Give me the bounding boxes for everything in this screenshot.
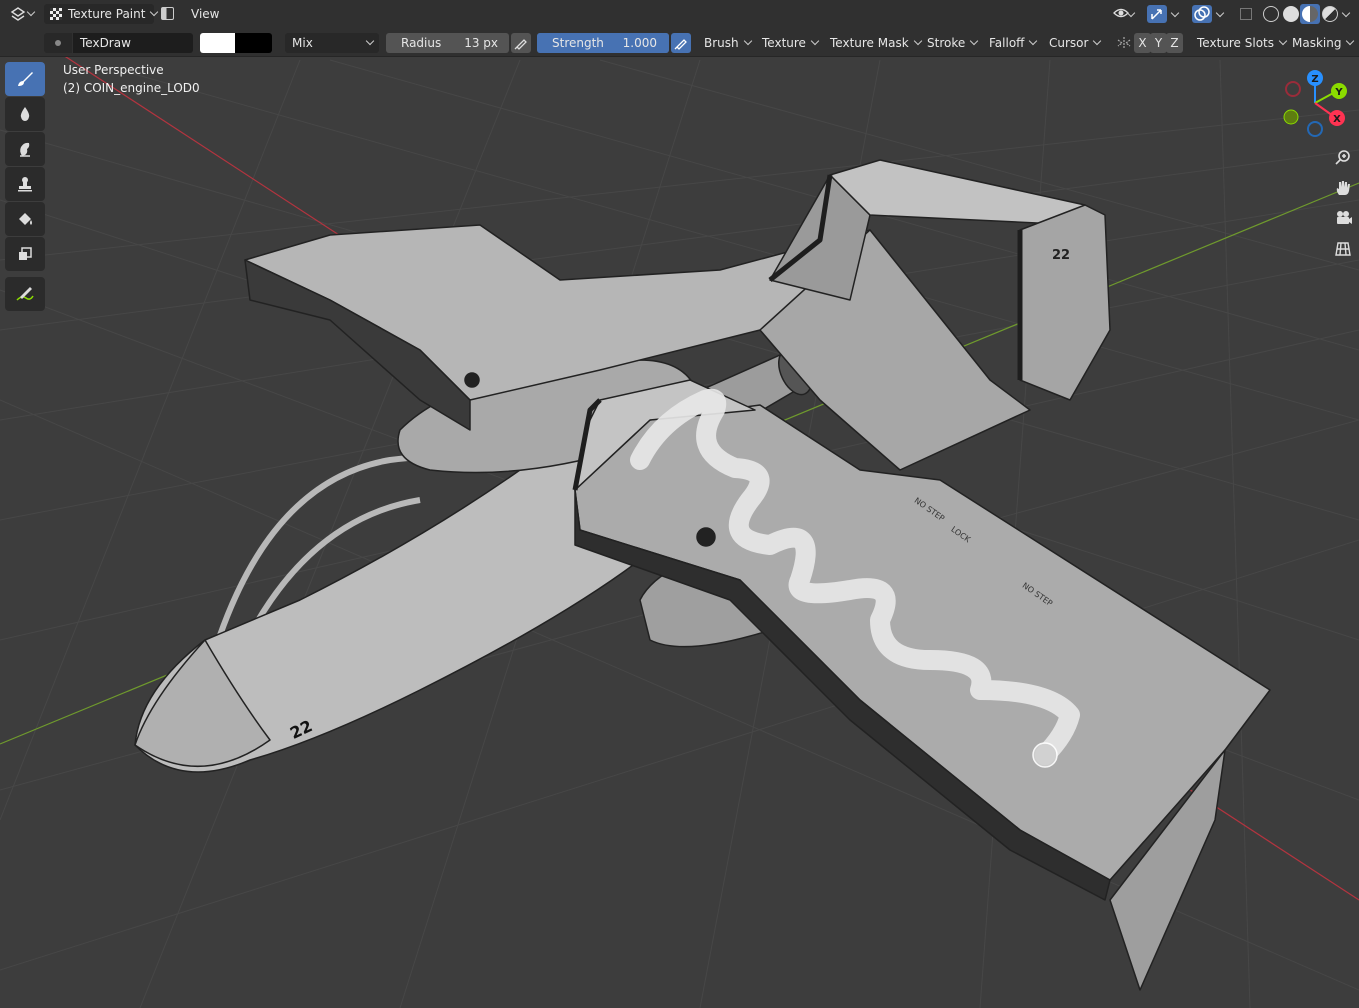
texture-menu[interactable]: Texture <box>762 33 820 53</box>
annotate-pencil-icon <box>16 287 34 301</box>
radius-pressure-button[interactable] <box>511 33 531 53</box>
smear-tool[interactable] <box>5 132 45 166</box>
symmetry-y-toggle[interactable]: Y <box>1150 33 1167 53</box>
radius-label: Radius <box>401 36 442 50</box>
overlay-icon <box>1194 6 1210 21</box>
viewport-scene[interactable] <box>0 0 1359 1008</box>
shading-wireframe-icon[interactable] <box>1263 6 1279 22</box>
texture-mask-menu[interactable]: Texture Mask <box>830 33 922 53</box>
overlay-toggle-button[interactable] <box>1192 5 1212 23</box>
navigation-gizmo[interactable]: Z Y X <box>1275 65 1355 140</box>
tail-number: 22 <box>1052 248 1071 263</box>
editor-type-icon <box>10 7 26 21</box>
tool-settings-bar: TexDraw Mix Radius 13 px Strength 1.000 … <box>0 29 1359 57</box>
primary-color-swatch[interactable] <box>200 33 235 53</box>
soften-tool[interactable] <box>5 97 45 131</box>
shading-rendered-icon[interactable] <box>1322 6 1338 22</box>
radius-slider[interactable]: Radius 13 px <box>386 33 509 53</box>
gizmo-toggle-button[interactable] <box>1147 5 1167 23</box>
pressure-pen-icon <box>514 39 527 50</box>
drop-icon <box>20 107 30 121</box>
brush-preview-button[interactable] <box>44 33 72 53</box>
draw-tool[interactable] <box>5 62 45 96</box>
shading-material-icon <box>1302 6 1318 22</box>
brush-name-field[interactable]: TexDraw <box>73 33 193 53</box>
mask-tool[interactable] <box>5 237 45 271</box>
secondary-color-swatch[interactable] <box>235 33 272 53</box>
view-menu[interactable]: View <box>191 4 219 24</box>
paint-bucket-icon <box>19 213 32 225</box>
strength-label: Strength <box>552 36 604 50</box>
gizmo-neg-z-handle <box>1307 121 1323 137</box>
blend-mode-select[interactable]: Mix <box>285 33 379 53</box>
shading-solid-icon[interactable] <box>1283 6 1299 22</box>
mode-label: Texture Paint <box>68 7 146 21</box>
zoom-icon <box>1335 150 1350 165</box>
clone-tool[interactable] <box>5 167 45 201</box>
fill-tool[interactable] <box>5 202 45 236</box>
symmetry-icon <box>1117 37 1131 49</box>
xray-toggle-icon[interactable] <box>1240 8 1252 20</box>
falloff-menu[interactable]: Falloff <box>989 33 1038 53</box>
toggle-region-icon[interactable] <box>161 7 174 20</box>
header-bar: Texture Paint View <box>0 0 1359 29</box>
texture-paint-icon <box>50 8 62 20</box>
zoom-button[interactable] <box>1329 144 1357 172</box>
gizmo-x-label: X <box>1333 114 1341 125</box>
camera-view-button[interactable] <box>1329 204 1357 232</box>
gizmo-z-label: Z <box>1311 74 1318 85</box>
symmetry-x-toggle[interactable]: X <box>1134 33 1151 53</box>
shading-material-button[interactable] <box>1300 4 1320 24</box>
object-name-label: (2) COIN_engine_LOD0 <box>63 81 200 95</box>
perspective-label: User Perspective <box>63 63 164 77</box>
gizmo-neg-x-handle <box>1285 81 1301 97</box>
stroke-menu[interactable]: Stroke <box>927 33 979 53</box>
grid-icon <box>1335 242 1351 256</box>
strength-pressure-button[interactable] <box>671 33 691 53</box>
cursor-menu[interactable]: Cursor <box>1049 33 1102 53</box>
mode-selector[interactable]: Texture Paint <box>44 4 159 24</box>
stamp-icon <box>18 177 32 192</box>
tail-fin-right <box>1019 204 1111 401</box>
strength-value: 1.000 <box>622 36 657 50</box>
gizmo-neg-y-handle <box>1283 109 1299 125</box>
camera-icon <box>1337 211 1352 224</box>
mask-icon <box>19 247 32 260</box>
texture-slots-menu[interactable]: Texture Slots <box>1197 33 1288 53</box>
strength-slider[interactable]: Strength 1.000 <box>537 33 669 53</box>
pan-button[interactable] <box>1329 174 1357 202</box>
hand-icon <box>1336 181 1350 195</box>
editor-type-button[interactable] <box>6 4 38 24</box>
brush-preview-icon <box>55 40 61 46</box>
pressure-pen-icon <box>674 39 687 50</box>
blend-mode-value: Mix <box>292 36 313 50</box>
aircraft-model <box>134 159 1271 991</box>
gizmo-y-label: Y <box>1334 87 1343 98</box>
annotate-tool[interactable] <box>5 277 45 311</box>
brush-icon <box>18 72 33 86</box>
gizmo-icon <box>1151 9 1162 20</box>
ortho-toggle-button[interactable] <box>1329 235 1357 263</box>
symmetry-z-toggle[interactable]: Z <box>1166 33 1183 53</box>
brush-cursor <box>1032 742 1058 768</box>
smear-icon <box>20 142 30 157</box>
masking-menu[interactable]: Masking <box>1292 33 1355 53</box>
radius-value: 13 px <box>464 36 498 50</box>
brush-menu[interactable]: Brush <box>704 33 752 53</box>
